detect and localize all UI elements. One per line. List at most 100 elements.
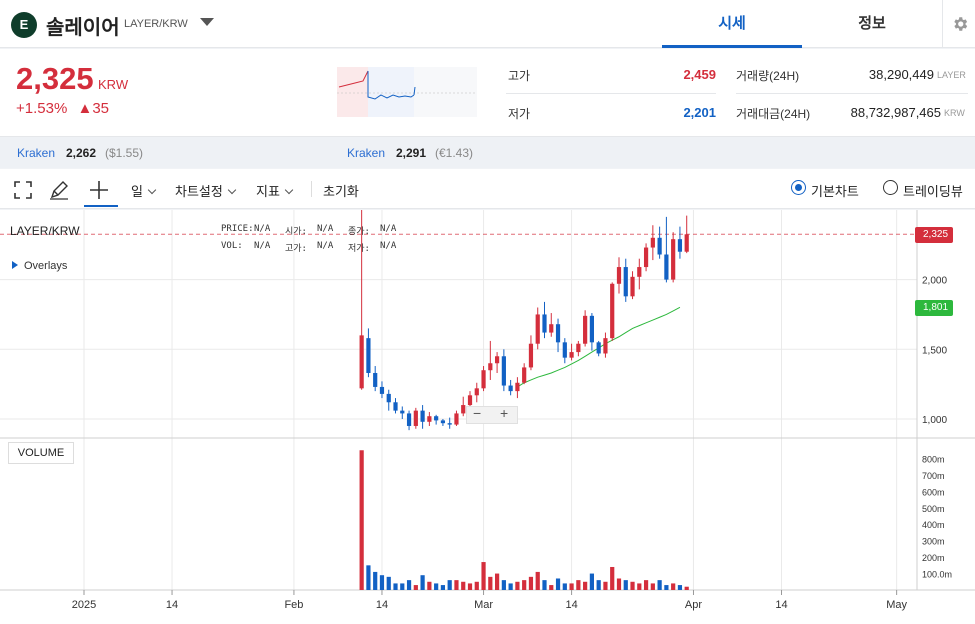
exchange-name[interactable]: Kraken <box>17 146 55 160</box>
candle-body <box>501 356 506 386</box>
time-tick-label: 14 <box>166 599 178 611</box>
exchange-price-converted: ($1.55) <box>105 146 144 160</box>
exchange-name[interactable]: Kraken <box>347 146 385 160</box>
volume-bar <box>535 571 540 590</box>
legend-vol-value: N/A <box>254 241 271 251</box>
volume-bar <box>393 583 398 590</box>
candle-body <box>603 338 608 354</box>
volume-bar <box>474 581 479 590</box>
candle-body <box>589 315 594 343</box>
volume-tick-label: 300m <box>922 537 945 547</box>
overlays-toggle[interactable]: Overlays <box>12 260 67 272</box>
gear-icon <box>954 17 968 31</box>
volume-bar <box>515 581 520 590</box>
candle-body <box>420 410 425 422</box>
price-unit: KRW <box>98 77 129 92</box>
volume-bar <box>528 576 534 590</box>
candle-body <box>562 342 567 358</box>
basic-chart-label[interactable]: 기본차트 <box>811 181 859 200</box>
stat-divider <box>506 93 716 94</box>
legend-high-label: 고가: <box>285 244 307 254</box>
low-value: 2,201 <box>683 105 716 120</box>
volume-bar <box>650 583 655 590</box>
candle-body <box>671 239 676 280</box>
candle-body <box>549 324 554 333</box>
candle-body <box>616 267 622 284</box>
indicators-menu[interactable]: 지표 <box>256 181 294 200</box>
tab-market[interactable]: 시세 <box>662 0 802 48</box>
volume-bar <box>555 578 561 590</box>
chart-pair-label: LAYER/KRW <box>10 224 80 238</box>
volume-bar <box>501 580 506 590</box>
candle-body <box>434 416 439 421</box>
volume-bar <box>461 581 466 590</box>
candle-body <box>447 423 452 425</box>
tradingview-label[interactable]: 트레이딩뷰 <box>903 181 963 200</box>
crosshair-button[interactable] <box>84 177 118 207</box>
pair-label[interactable]: LAYER/KRW <box>124 18 188 30</box>
volume-bar <box>637 583 642 590</box>
price-chart[interactable]: 2,000 1,500 1,000 800m 700m 600m 500m 400m 300m 2… <box>0 210 975 624</box>
volume-bar <box>420 575 425 590</box>
candle-body <box>542 314 547 333</box>
high-label: 고가 <box>508 69 531 83</box>
candle-body <box>393 402 398 411</box>
amount-24h-label: 거래대금(24H) <box>736 107 811 121</box>
volume-label[interactable]: VOLUME <box>8 442 74 464</box>
volume-bar <box>569 583 574 590</box>
reset-button[interactable]: 초기화 <box>323 181 359 200</box>
volume-bar <box>522 580 527 590</box>
app-root: E 솔레이어 LAYER/KRW 시세 정보 2,325 KRW +1.53% … <box>0 0 975 624</box>
pair-dropdown-icon[interactable] <box>200 18 214 26</box>
volume-bar <box>508 583 513 590</box>
exchange-price-converted: (€1.43) <box>435 146 474 160</box>
candle-body <box>528 343 534 368</box>
zoom-out-button[interactable]: − <box>473 405 481 421</box>
low-label: 저가 <box>508 107 531 121</box>
interval-select[interactable]: 일 <box>131 181 157 200</box>
time-tick-label: 14 <box>565 599 577 611</box>
radio-tradingview[interactable] <box>883 180 898 195</box>
header: E 솔레이어 LAYER/KRW 시세 정보 <box>0 0 975 48</box>
legend-low-label: 저가: <box>348 244 370 254</box>
candle-body <box>650 237 655 248</box>
candle-body <box>596 342 601 354</box>
volume-bar <box>623 580 628 590</box>
volume-bar <box>481 562 486 590</box>
candle-body <box>535 314 540 344</box>
indicators-label: 지표 <box>256 184 280 199</box>
fullscreen-button[interactable] <box>10 177 38 203</box>
chart-settings-menu[interactable]: 차트설정 <box>175 181 237 200</box>
exchange-price: 2,291 <box>396 146 427 160</box>
volume-bar <box>488 576 493 590</box>
volume-24h-label: 거래량(24H) <box>736 69 800 83</box>
pencil-icon <box>50 181 68 200</box>
volume-bar <box>359 450 364 590</box>
price-tick-label: 1,000 <box>922 415 947 426</box>
settings-button[interactable] <box>942 0 975 48</box>
candle-body <box>373 372 378 387</box>
exchange-price: 2,262 <box>66 146 97 160</box>
volume-bar <box>603 581 608 590</box>
volume-tick-label: 500m <box>922 504 945 514</box>
volume-bar <box>616 578 622 590</box>
candle-body <box>488 363 493 371</box>
candle-body <box>427 416 432 422</box>
volume-bar <box>366 565 371 590</box>
draw-button[interactable] <box>46 177 74 203</box>
radio-basic-chart[interactable] <box>791 180 806 195</box>
chevron-down-icon <box>284 185 294 195</box>
candle-body <box>494 356 500 364</box>
volume-bar <box>549 585 554 590</box>
change-amount: ▲35 <box>77 100 109 117</box>
zoom-in-button[interactable]: + <box>500 405 508 421</box>
candle-body <box>583 315 588 344</box>
volume-bar <box>379 575 385 590</box>
price-tick-label: 1,500 <box>922 345 947 356</box>
amount-24h-value: 88,732,987,465 <box>850 105 941 120</box>
candle-body <box>684 234 689 252</box>
legend-open-label: 시가: <box>285 227 307 237</box>
legend-low-value: N/A <box>380 241 397 251</box>
current-price: 2,325 <box>16 61 94 96</box>
tab-info[interactable]: 정보 <box>802 0 942 48</box>
